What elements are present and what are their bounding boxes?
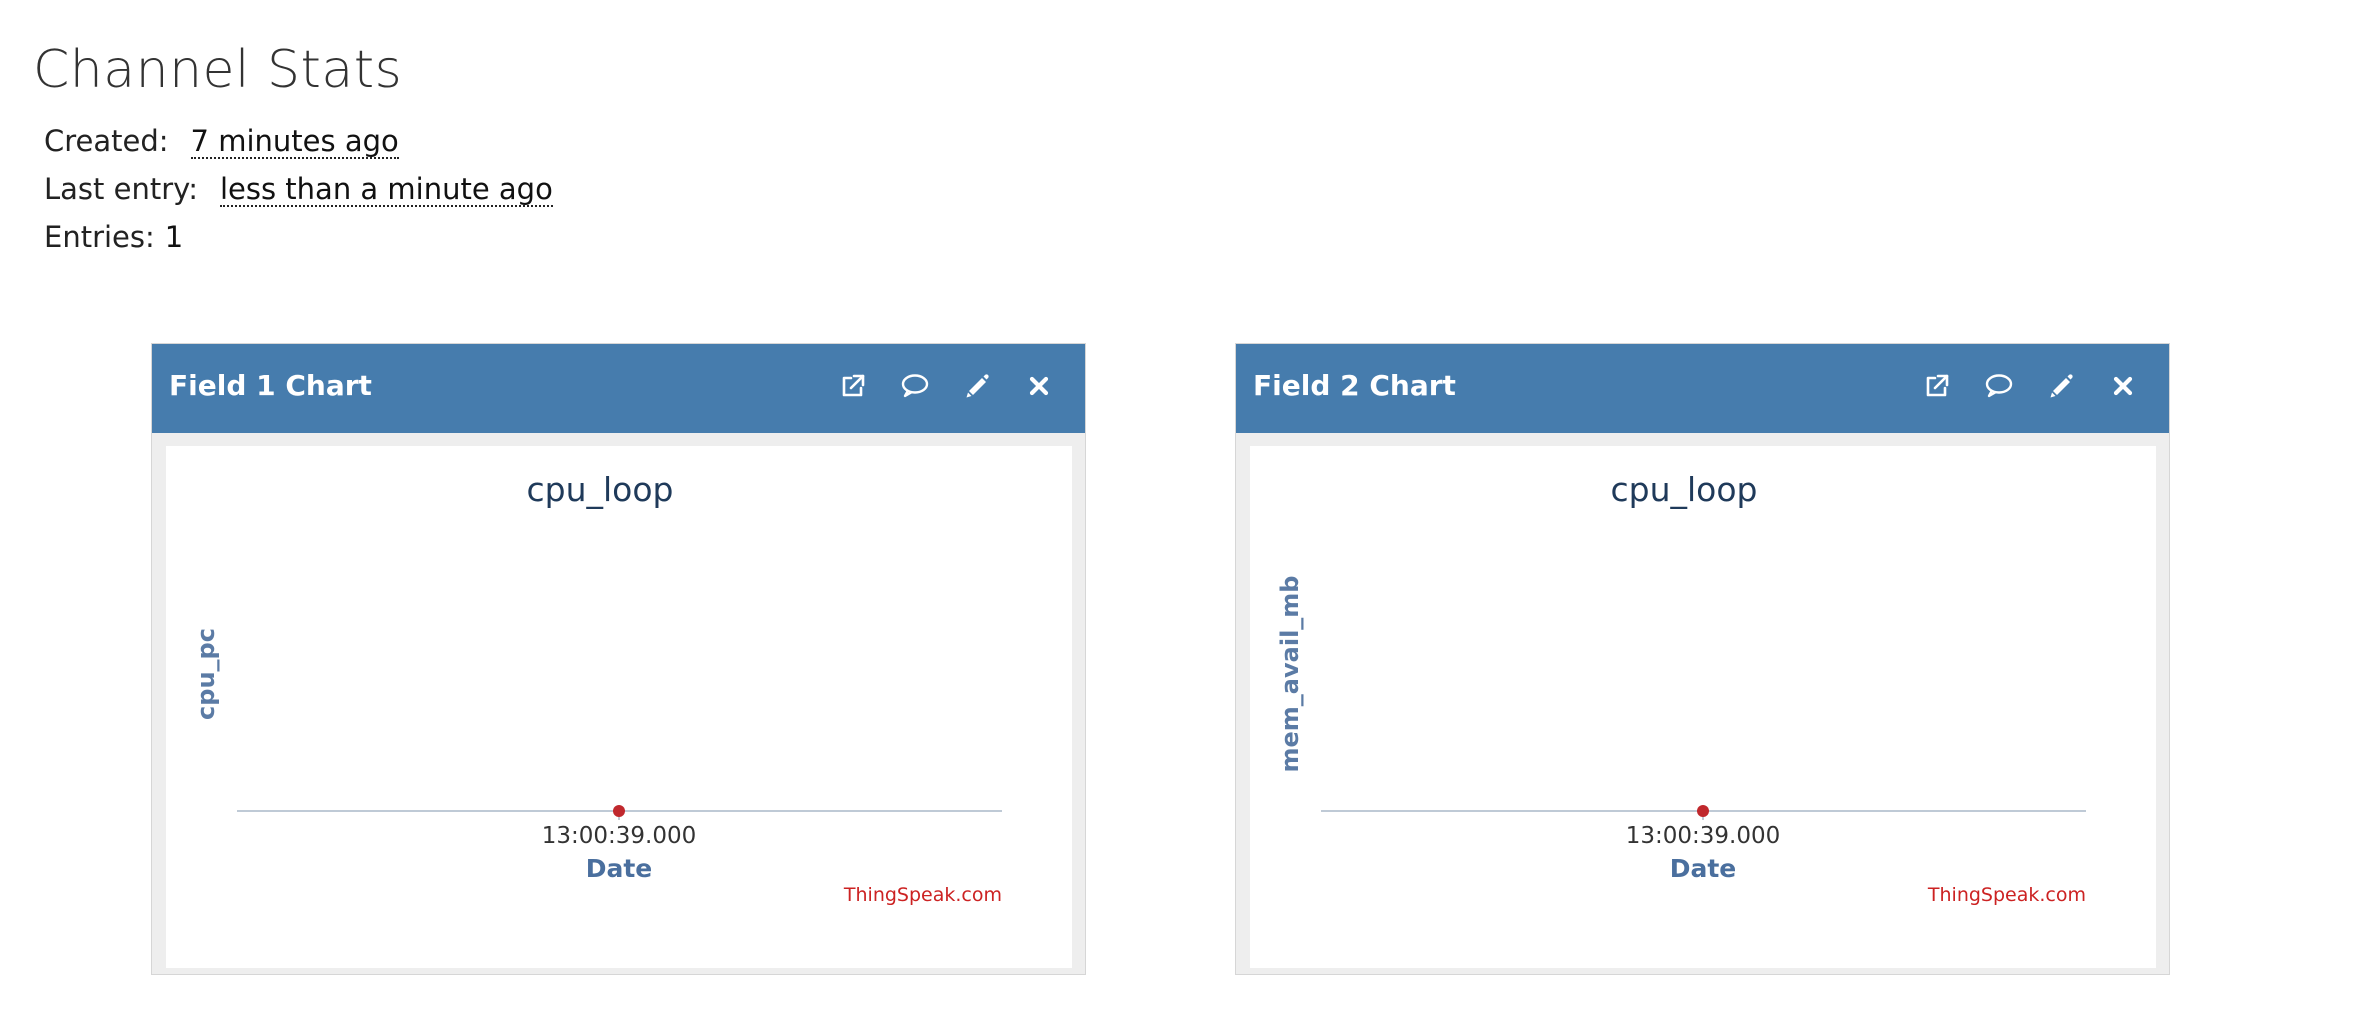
chart-title: cpu_loop [1610,470,1757,509]
data-point[interactable] [613,805,625,817]
widget-title: Field 2 Chart [1253,369,1456,402]
widget-toolbar [1917,366,2143,406]
field-1-chart-widget: Field 1 Chart cpu_loop cpu_pc 13:00:39.0… [151,343,1086,975]
x-tick-label: 13:00:39.000 [1626,823,1781,849]
credits-link[interactable]: ThingSpeak.com [1927,884,2086,906]
created-label: Created: [44,124,169,158]
data-point[interactable] [1697,805,1709,817]
created-value[interactable]: 7 minutes ago [190,125,399,159]
entries-count: 1 [164,220,184,254]
created-row: Created: 7 minutes ago [44,117,553,165]
entries-label: Entries: [44,220,155,254]
close-icon[interactable] [1019,366,1059,406]
page-title: Channel Stats [33,40,403,100]
chart-panel: cpu_loop cpu_pc 13:00:39.000 Date ThingS… [166,446,1072,968]
comment-icon[interactable] [895,366,935,406]
widget-header: Field 2 Chart [1236,344,2169,433]
widget-header: Field 1 Chart [152,344,1085,433]
credits-link[interactable]: ThingSpeak.com [843,884,1002,906]
widget-title: Field 1 Chart [169,369,372,402]
pencil-icon[interactable] [957,366,997,406]
x-axis-label: Date [586,854,653,883]
close-icon[interactable] [2103,366,2143,406]
external-link-icon[interactable] [1917,366,1957,406]
y-axis-label: mem_avail_mb [1276,576,1304,773]
last-entry-row: Last entry: less than a minute ago [44,165,553,213]
comment-icon[interactable] [1979,366,2019,406]
pencil-icon[interactable] [2041,366,2081,406]
last-entry-value[interactable]: less than a minute ago [219,173,553,207]
widget-toolbar [833,366,1059,406]
channel-stats: Created: 7 minutes ago Last entry: less th… [44,117,553,261]
last-entry-label: Last entry: [44,172,198,206]
chart-svg: cpu_loop mem_avail_mb 13:00:39.000 Date … [1276,470,2086,906]
chart-title: cpu_loop [526,470,673,509]
y-axis-label: cpu_pc [192,628,220,720]
external-link-icon[interactable] [833,366,873,406]
x-axis-label: Date [1670,854,1737,883]
chart-panel: cpu_loop mem_avail_mb 13:00:39.000 Date … [1250,446,2156,968]
x-tick-label: 13:00:39.000 [542,823,697,849]
chart-svg: cpu_loop cpu_pc 13:00:39.000 Date ThingS… [192,470,1002,906]
field-2-chart-widget: Field 2 Chart cpu_loop mem_avail_mb 13:0… [1235,343,2170,975]
entries-row: Entries: 1 [44,213,553,261]
